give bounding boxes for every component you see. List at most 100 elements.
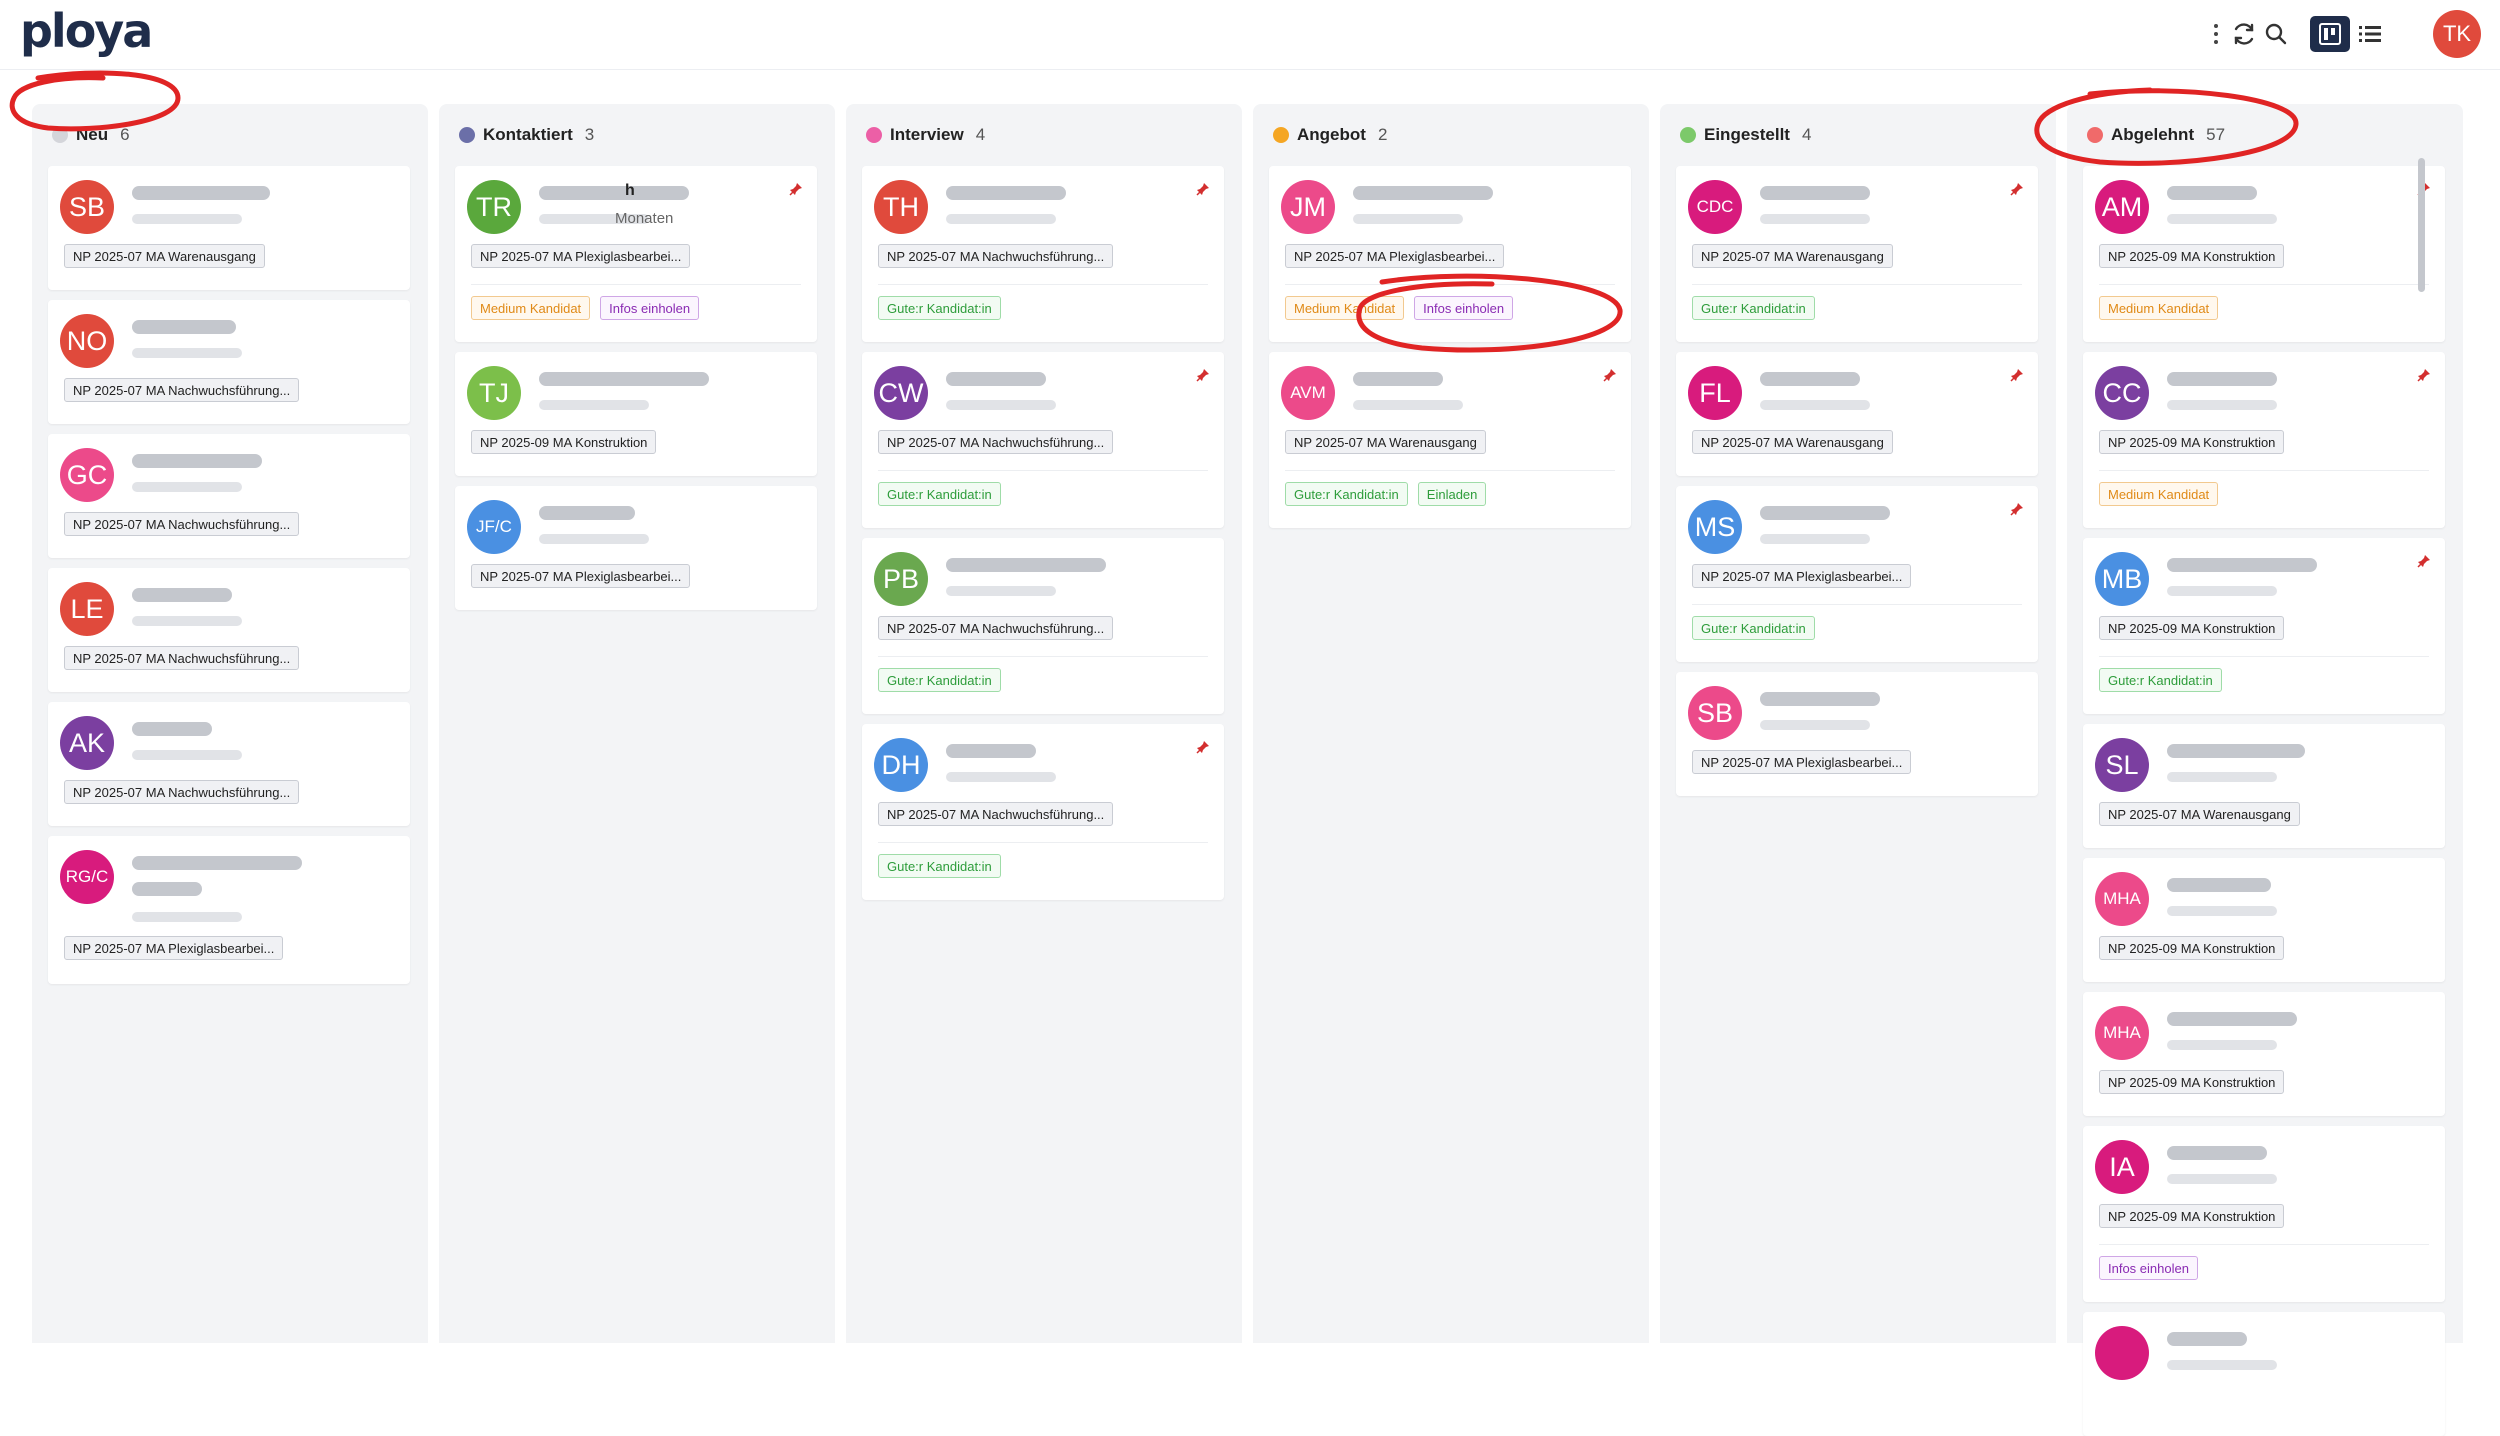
avatar[interactable]: NO bbox=[60, 314, 114, 368]
search-icon[interactable] bbox=[2260, 18, 2292, 50]
avatar[interactable]: JM bbox=[1281, 180, 1335, 234]
job-badge: NP 2025-07 MA Nachwuchsführung... bbox=[64, 512, 300, 536]
candidate-meta-redacted bbox=[539, 534, 649, 544]
avatar[interactable] bbox=[2095, 1326, 2149, 1380]
list-icon[interactable] bbox=[2350, 16, 2390, 52]
avatar[interactable]: SL bbox=[2095, 738, 2149, 792]
avatar[interactable]: MHA bbox=[2095, 872, 2149, 926]
pin-icon[interactable] bbox=[1196, 740, 1210, 756]
tag-gute-r-kandidat-in[interactable]: Gute:r Kandidat:in bbox=[878, 668, 1001, 692]
candidate-card[interactable]: AK NP 2025-07 MA Nachwuchsführung... bbox=[48, 702, 410, 826]
avatar[interactable]: MS bbox=[1688, 500, 1742, 554]
column-neu: Neu 6 SB NP 2025-07 MA Warenausgang NO NP 202… bbox=[32, 104, 428, 1343]
tag-einladen[interactable]: Einladen bbox=[1417, 482, 1487, 506]
candidate-card[interactable]: DH NP 2025-07 MA Nachwuchsführung... Gute:… bbox=[862, 724, 1224, 900]
tag-gute-r-kandidat-in[interactable]: Gute:r Kandidat:in bbox=[878, 296, 1001, 320]
candidate-card[interactable]: JM NP 2025-07 MA Plexiglasbearbei... Mediu… bbox=[1269, 166, 1631, 342]
pin-icon[interactable] bbox=[2010, 182, 2024, 198]
pin-icon[interactable] bbox=[2417, 554, 2431, 570]
candidate-card[interactable]: GC NP 2025-07 MA Nachwuchsführung... bbox=[48, 434, 410, 558]
candidate-card[interactable]: CW NP 2025-07 MA Nachwuchsführung... Gute:… bbox=[862, 352, 1224, 528]
pin-icon[interactable] bbox=[2417, 368, 2431, 384]
avatar[interactable]: RG/C bbox=[60, 850, 114, 904]
candidate-card[interactable]: AM NP 2025-09 MA Konstruktion Medium Kandi… bbox=[2083, 166, 2445, 342]
tag-infos-einholen[interactable]: Infos einholen bbox=[1414, 296, 1514, 320]
avatar[interactable]: PB bbox=[874, 552, 928, 606]
avatar[interactable]: TJ bbox=[467, 366, 521, 420]
avatar[interactable]: CDC bbox=[1688, 180, 1742, 234]
pin-icon[interactable] bbox=[2010, 502, 2024, 518]
candidate-card[interactable]: CC NP 2025-09 MA Konstruktion Medium Kandi… bbox=[2083, 352, 2445, 528]
kanban-icon[interactable] bbox=[2310, 16, 2350, 52]
candidate-card[interactable]: MHA NP 2025-09 MA Konstruktion bbox=[2083, 992, 2445, 1116]
job-badge: NP 2025-07 MA Plexiglasbearbei... bbox=[64, 936, 284, 960]
candidate-card[interactable]: MB NP 2025-09 MA Konstruktion Gute:r Kandi… bbox=[2083, 538, 2445, 714]
pin-icon[interactable] bbox=[1196, 368, 1210, 384]
job-badge: NP 2025-07 MA Nachwuchsführung... bbox=[878, 802, 1114, 826]
tag-medium-kandidat[interactable]: Medium Kandidat bbox=[471, 296, 591, 320]
tag-gute-r-kandidat-in[interactable]: Gute:r Kandidat:in bbox=[1692, 296, 1815, 320]
avatar[interactable]: FL bbox=[1688, 366, 1742, 420]
candidate-card[interactable]: FL NP 2025-07 MA Warenausgang bbox=[1676, 352, 2038, 476]
column-title: Kontaktiert bbox=[483, 125, 573, 144]
candidate-card[interactable]: MS NP 2025-07 MA Plexiglasbearbei... Gute:… bbox=[1676, 486, 2038, 662]
avatar[interactable]: DH bbox=[874, 738, 928, 792]
tag-gute-r-kandidat-in[interactable]: Gute:r Kandidat:in bbox=[878, 854, 1001, 878]
candidate-card[interactable]: TR h Monaten NP 2025-07 MA Plexiglasbearbei… bbox=[455, 166, 817, 342]
candidate-card[interactable]: SB NP 2025-07 MA Warenausgang bbox=[48, 166, 410, 290]
candidate-card[interactable]: LE NP 2025-07 MA Nachwuchsführung... bbox=[48, 568, 410, 692]
avatar[interactable]: AVM bbox=[1281, 366, 1335, 420]
avatar[interactable]: MB bbox=[2095, 552, 2149, 606]
tag-gute-r-kandidat-in[interactable]: Gute:r Kandidat:in bbox=[878, 482, 1001, 506]
tag-gute-r-kandidat-in[interactable]: Gute:r Kandidat:in bbox=[1285, 482, 1408, 506]
candidate-meta-redacted bbox=[1353, 214, 1463, 224]
candidate-card[interactable]: MHA NP 2025-09 MA Konstruktion bbox=[2083, 858, 2445, 982]
candidate-meta-redacted bbox=[132, 912, 242, 922]
avatar[interactable]: AM bbox=[2095, 180, 2149, 234]
candidate-card[interactable]: PB NP 2025-07 MA Nachwuchsführung... Gute:… bbox=[862, 538, 1224, 714]
column-count: 3 bbox=[584, 125, 595, 144]
avatar[interactable]: SB bbox=[1688, 686, 1742, 740]
avatar[interactable]: TH bbox=[874, 180, 928, 234]
pin-icon[interactable] bbox=[789, 182, 803, 198]
candidate-card[interactable]: JF/C NP 2025-07 MA Plexiglasbearbei... bbox=[455, 486, 817, 610]
tag-gute-r-kandidat-in[interactable]: Gute:r Kandidat:in bbox=[1692, 616, 1815, 640]
avatar[interactable]: LE bbox=[60, 582, 114, 636]
candidate-card[interactable]: IA NP 2025-09 MA Konstruktion Infos einhol… bbox=[2083, 1126, 2445, 1302]
tag-gute-r-kandidat-in[interactable]: Gute:r Kandidat:in bbox=[2099, 668, 2222, 692]
card-divider bbox=[2099, 284, 2429, 285]
avatar[interactable]: MHA bbox=[2095, 1006, 2149, 1060]
candidate-meta-redacted bbox=[2167, 1360, 2277, 1370]
refresh-icon[interactable] bbox=[2228, 18, 2260, 50]
candidate-card[interactable]: TJ NP 2025-09 MA Konstruktion bbox=[455, 352, 817, 476]
avatar[interactable]: SB bbox=[60, 180, 114, 234]
candidate-card[interactable]: SB NP 2025-07 MA Plexiglasbearbei... bbox=[1676, 672, 2038, 796]
avatar[interactable]: CC bbox=[2095, 366, 2149, 420]
candidate-card[interactable]: CDC NP 2025-07 MA Warenausgang Gute:r Kand… bbox=[1676, 166, 2038, 342]
user-avatar[interactable]: TK bbox=[2433, 10, 2481, 58]
avatar[interactable]: CW bbox=[874, 366, 928, 420]
candidate-card[interactable]: TH NP 2025-07 MA Nachwuchsführung... Gute:… bbox=[862, 166, 1224, 342]
avatar[interactable]: IA bbox=[2095, 1140, 2149, 1194]
candidate-card[interactable] bbox=[2083, 1312, 2445, 1436]
candidate-card[interactable]: NO NP 2025-07 MA Nachwuchsführung... bbox=[48, 300, 410, 424]
avatar[interactable]: TR bbox=[467, 180, 521, 234]
tag-infos-einholen[interactable]: Infos einholen bbox=[600, 296, 700, 320]
avatar[interactable]: JF/C bbox=[467, 500, 521, 554]
tag-infos-einholen[interactable]: Infos einholen bbox=[2099, 1256, 2198, 1280]
avatar[interactable]: AK bbox=[60, 716, 114, 770]
pin-icon[interactable] bbox=[2010, 368, 2024, 384]
avatar[interactable]: GC bbox=[60, 448, 114, 502]
logo[interactable]: ploya bbox=[20, 4, 153, 58]
column-header: Abgelehnt 57 bbox=[2087, 120, 2225, 150]
tag-medium-kandidat[interactable]: Medium Kandidat bbox=[2099, 296, 2219, 320]
status-dot bbox=[1273, 127, 1289, 143]
tag-medium-kandidat[interactable]: Medium Kandidat bbox=[1285, 296, 1405, 320]
column-scrollbar[interactable] bbox=[2418, 158, 2425, 292]
candidate-card[interactable]: RG/C NP 2025-07 MA Plexiglasbearbei... bbox=[48, 836, 410, 984]
tag-medium-kandidat[interactable]: Medium Kandidat bbox=[2099, 482, 2219, 506]
pin-icon[interactable] bbox=[1603, 368, 1617, 384]
candidate-card[interactable]: AVM NP 2025-07 MA Warenausgang Gute:r Kand… bbox=[1269, 352, 1631, 528]
candidate-card[interactable]: SL NP 2025-07 MA Warenausgang bbox=[2083, 724, 2445, 848]
pin-icon[interactable] bbox=[1196, 182, 1210, 198]
